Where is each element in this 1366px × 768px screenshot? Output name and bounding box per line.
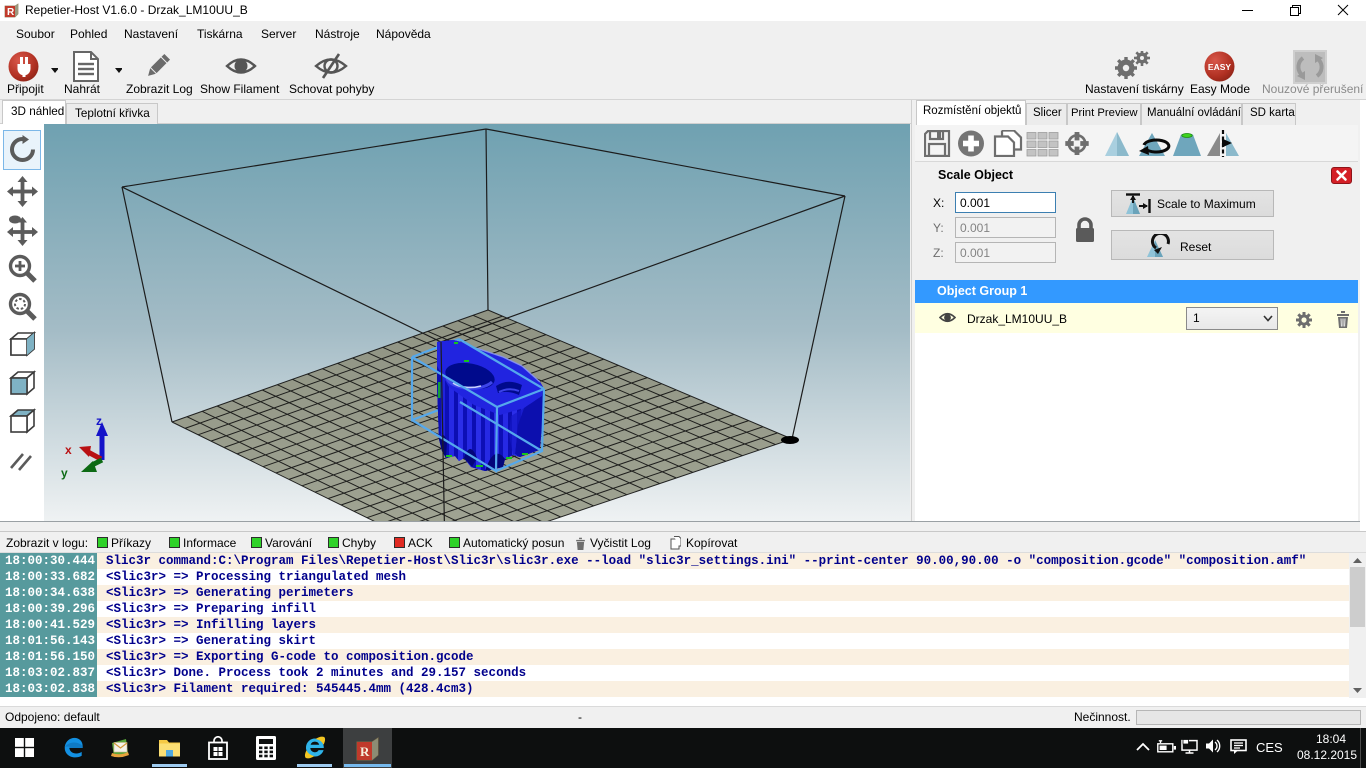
svg-text:y: y (61, 466, 68, 480)
svg-text:EASY: EASY (1208, 62, 1231, 72)
svg-text:z: z (96, 414, 102, 428)
svg-text:R: R (7, 7, 15, 18)
svg-text:R: R (360, 744, 370, 759)
svg-text:x: x (65, 443, 72, 457)
